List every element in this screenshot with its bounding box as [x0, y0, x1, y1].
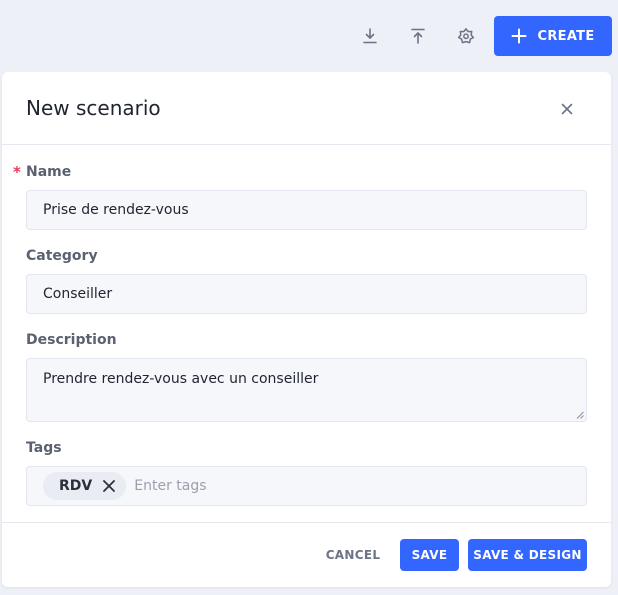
tags-label: Tags — [26, 440, 62, 456]
upload-icon[interactable] — [405, 22, 431, 50]
description-textarea[interactable]: Prendre rendez-vous avec un conseiller — [26, 358, 587, 422]
description-label: Description — [26, 332, 117, 348]
category-field-value: Conseiller — [43, 286, 113, 302]
close-icon[interactable] — [102, 479, 116, 493]
close-icon[interactable] — [558, 100, 576, 118]
create-button-label: CREATE — [537, 28, 595, 44]
tags-input[interactable] — [134, 478, 335, 494]
description-textarea-value: Prendre rendez-vous avec un conseiller — [43, 371, 319, 387]
tag-chip-label: RDV — [59, 478, 93, 494]
plus-icon — [511, 28, 527, 44]
settings-flower-icon[interactable] — [453, 22, 479, 50]
tags-field[interactable]: RDV — [26, 466, 587, 506]
cancel-button[interactable]: CANCEL — [320, 539, 386, 571]
tag-chip: RDV — [43, 472, 127, 500]
save-button[interactable]: SAVE — [400, 539, 459, 571]
name-label: Name — [26, 164, 72, 180]
new-scenario-modal: New scenario * Name Prise de rendez-vous… — [2, 72, 611, 587]
download-icon[interactable] — [357, 22, 383, 50]
modal-footer: CANCEL SAVE SAVE & DESIGN — [2, 522, 611, 587]
top-toolbar: CREATE — [0, 0, 618, 72]
save-and-design-button[interactable]: SAVE & DESIGN — [468, 539, 587, 571]
category-field[interactable]: Conseiller — [26, 274, 587, 314]
name-field[interactable]: Prise de rendez-vous — [26, 190, 587, 230]
create-button[interactable]: CREATE — [494, 16, 612, 56]
required-marker: * — [13, 163, 21, 181]
modal-title: New scenario — [26, 96, 161, 120]
resize-handle-icon[interactable] — [576, 411, 584, 419]
modal-header: New scenario — [2, 72, 611, 145]
name-field-value: Prise de rendez-vous — [43, 202, 189, 218]
category-label: Category — [26, 248, 98, 264]
